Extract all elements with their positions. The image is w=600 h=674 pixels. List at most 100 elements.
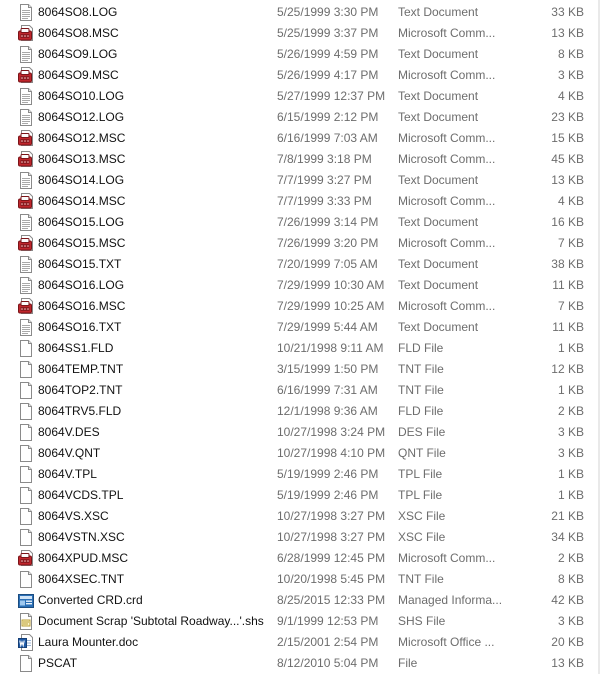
file-type: TPL File bbox=[398, 488, 443, 502]
file-row[interactable]: 8064SO12.LOG 6/15/1999 2:12 PM Text Docu… bbox=[0, 107, 600, 128]
blank-file-icon bbox=[18, 424, 34, 441]
file-size: 4 KB bbox=[557, 194, 584, 208]
file-name: Laura Mounter.doc bbox=[38, 635, 139, 649]
file-date-modified: 6/16/1999 7:31 AM bbox=[277, 383, 378, 397]
file-row[interactable]: 8064SO15.MSC 7/26/1999 3:20 PM Microsoft… bbox=[0, 233, 600, 254]
file-date-modified: 10/21/1998 9:11 AM bbox=[277, 341, 384, 355]
file-date-modified: 5/26/1999 4:17 PM bbox=[277, 68, 379, 82]
file-date-modified: 7/29/1999 10:30 AM bbox=[277, 278, 385, 292]
file-row[interactable]: 8064VS.XSC 10/27/1998 3:27 PM XSC File 2… bbox=[0, 506, 600, 527]
file-row[interactable]: 8064SO9.LOG 5/26/1999 4:59 PM Text Docum… bbox=[0, 44, 600, 65]
file-row[interactable]: 8064VCDS.TPL 5/19/1999 2:46 PM TPL File … bbox=[0, 485, 600, 506]
file-row[interactable]: Laura Mounter.doc 2/15/2001 2:54 PM Micr… bbox=[0, 632, 600, 653]
file-date-modified: 10/27/1998 3:27 PM bbox=[277, 530, 386, 544]
msc-document-icon bbox=[18, 235, 34, 252]
file-size: 42 KB bbox=[551, 593, 584, 607]
msc-document-icon bbox=[18, 130, 34, 147]
file-size: 13 KB bbox=[551, 26, 584, 40]
text-document-icon bbox=[18, 88, 34, 105]
file-row[interactable]: Document Scrap 'Subtotal Roadway...'.shs… bbox=[0, 611, 600, 632]
file-list: 8064SO8.LOG 5/25/1999 3:30 PM Text Docum… bbox=[0, 2, 600, 674]
file-row[interactable]: 8064VSTN.XSC 10/27/1998 3:27 PM XSC File… bbox=[0, 527, 600, 548]
file-size: 7 KB bbox=[557, 236, 584, 250]
word-document-icon bbox=[18, 634, 34, 651]
file-row[interactable]: 8064SO9.MSC 5/26/1999 4:17 PM Microsoft … bbox=[0, 65, 600, 86]
file-name: 8064SO8.LOG bbox=[38, 5, 118, 19]
file-size: 21 KB bbox=[551, 509, 584, 523]
file-date-modified: 5/25/1999 3:30 PM bbox=[277, 5, 379, 19]
file-date-modified: 7/7/1999 3:33 PM bbox=[277, 194, 372, 208]
file-date-modified: 5/19/1999 2:46 PM bbox=[277, 467, 379, 481]
file-size: 2 KB bbox=[557, 551, 584, 565]
file-name: 8064SO14.LOG bbox=[38, 173, 125, 187]
file-size: 33 KB bbox=[551, 5, 584, 19]
file-row[interactable]: 8064SO13.MSC 7/8/1999 3:18 PM Microsoft … bbox=[0, 149, 600, 170]
file-type: TNT File bbox=[398, 383, 444, 397]
file-size: 1 KB bbox=[557, 467, 584, 481]
file-size: 8 KB bbox=[557, 572, 584, 586]
file-date-modified: 2/15/2001 2:54 PM bbox=[277, 635, 379, 649]
file-date-modified: 10/27/1998 3:24 PM bbox=[277, 425, 386, 439]
file-row[interactable]: 8064SO15.TXT 7/20/1999 7:05 AM Text Docu… bbox=[0, 254, 600, 275]
file-type: Text Document bbox=[398, 47, 479, 61]
file-row[interactable]: 8064SO8.MSC 5/25/1999 3:37 PM Microsoft … bbox=[0, 23, 600, 44]
file-name: 8064TRV5.FLD bbox=[38, 404, 122, 418]
file-row[interactable]: 8064V.DES 10/27/1998 3:24 PM DES File 3 … bbox=[0, 422, 600, 443]
file-row[interactable]: 8064SO10.LOG 5/27/1999 12:37 PM Text Doc… bbox=[0, 86, 600, 107]
file-size: 20 KB bbox=[551, 635, 584, 649]
file-row[interactable]: 8064TRV5.FLD 12/1/1998 9:36 AM FLD File … bbox=[0, 401, 600, 422]
blank-file-icon bbox=[18, 340, 34, 357]
file-size: 15 KB bbox=[551, 131, 584, 145]
file-row[interactable]: 8064V.TPL 5/19/1999 2:46 PM TPL File 1 K… bbox=[0, 464, 600, 485]
file-name: 8064SO16.TXT bbox=[38, 320, 122, 334]
file-type: DES File bbox=[398, 425, 446, 439]
file-type: Text Document bbox=[398, 110, 479, 124]
file-size: 1 KB bbox=[557, 383, 584, 397]
file-name: 8064V.TPL bbox=[38, 467, 97, 481]
file-type: XSC File bbox=[398, 530, 446, 544]
file-size: 16 KB bbox=[551, 215, 584, 229]
msc-document-icon bbox=[18, 193, 34, 210]
msc-document-icon bbox=[18, 151, 34, 168]
file-type: Microsoft Comm... bbox=[398, 551, 496, 565]
file-row[interactable]: 8064SO14.MSC 7/7/1999 3:33 PM Microsoft … bbox=[0, 191, 600, 212]
file-row[interactable]: 8064V.QNT 10/27/1998 4:10 PM QNT File 3 … bbox=[0, 443, 600, 464]
blank-file-icon bbox=[18, 529, 34, 546]
file-type: Text Document bbox=[398, 257, 479, 271]
file-row[interactable]: 8064SO16.LOG 7/29/1999 10:30 AM Text Doc… bbox=[0, 275, 600, 296]
file-row[interactable]: 8064SO16.MSC 7/29/1999 10:25 AM Microsof… bbox=[0, 296, 600, 317]
file-row[interactable]: 8064SO14.LOG 7/7/1999 3:27 PM Text Docum… bbox=[0, 170, 600, 191]
file-date-modified: 7/29/1999 10:25 AM bbox=[277, 299, 385, 313]
file-name: 8064SO10.LOG bbox=[38, 89, 125, 103]
text-document-icon bbox=[18, 256, 34, 273]
file-row[interactable]: Converted CRD.crd 8/25/2015 12:33 PM Man… bbox=[0, 590, 600, 611]
file-type: Microsoft Comm... bbox=[398, 236, 496, 250]
file-type: Text Document bbox=[398, 278, 479, 292]
file-row[interactable]: 8064TEMP.TNT 3/15/1999 1:50 PM TNT File … bbox=[0, 359, 600, 380]
file-size: 1 KB bbox=[557, 341, 584, 355]
blank-file-icon bbox=[18, 445, 34, 462]
file-size: 38 KB bbox=[551, 257, 584, 271]
file-date-modified: 7/29/1999 5:44 AM bbox=[277, 320, 378, 334]
blank-file-icon bbox=[18, 571, 34, 588]
file-name: 8064TEMP.TNT bbox=[38, 362, 124, 376]
file-row[interactable]: 8064SS1.FLD 10/21/1998 9:11 AM FLD File … bbox=[0, 338, 600, 359]
scrap-file-icon bbox=[18, 613, 34, 630]
file-size: 2 KB bbox=[557, 404, 584, 418]
file-row[interactable]: 8064SO16.TXT 7/29/1999 5:44 AM Text Docu… bbox=[0, 317, 600, 338]
file-type: Microsoft Comm... bbox=[398, 26, 496, 40]
file-name: PSCAT bbox=[38, 656, 78, 670]
file-size: 3 KB bbox=[557, 425, 584, 439]
file-row[interactable]: 8064SO15.LOG 7/26/1999 3:14 PM Text Docu… bbox=[0, 212, 600, 233]
file-name: 8064SO13.MSC bbox=[38, 152, 126, 166]
file-type: Text Document bbox=[398, 89, 479, 103]
file-row[interactable]: PSCAT 8/12/2010 5:04 PM File 13 KB bbox=[0, 653, 600, 674]
file-row[interactable]: 8064XSEC.TNT 10/20/1998 5:45 PM TNT File… bbox=[0, 569, 600, 590]
file-size: 12 KB bbox=[551, 362, 584, 376]
file-row[interactable]: 8064SO8.LOG 5/25/1999 3:30 PM Text Docum… bbox=[0, 2, 600, 23]
file-row[interactable]: 8064SO12.MSC 6/16/1999 7:03 AM Microsoft… bbox=[0, 128, 600, 149]
file-type: FLD File bbox=[398, 341, 444, 355]
file-row[interactable]: 8064TOP2.TNT 6/16/1999 7:31 AM TNT File … bbox=[0, 380, 600, 401]
file-name: 8064SO14.MSC bbox=[38, 194, 126, 208]
file-row[interactable]: 8064XPUD.MSC 6/28/1999 12:45 PM Microsof… bbox=[0, 548, 600, 569]
